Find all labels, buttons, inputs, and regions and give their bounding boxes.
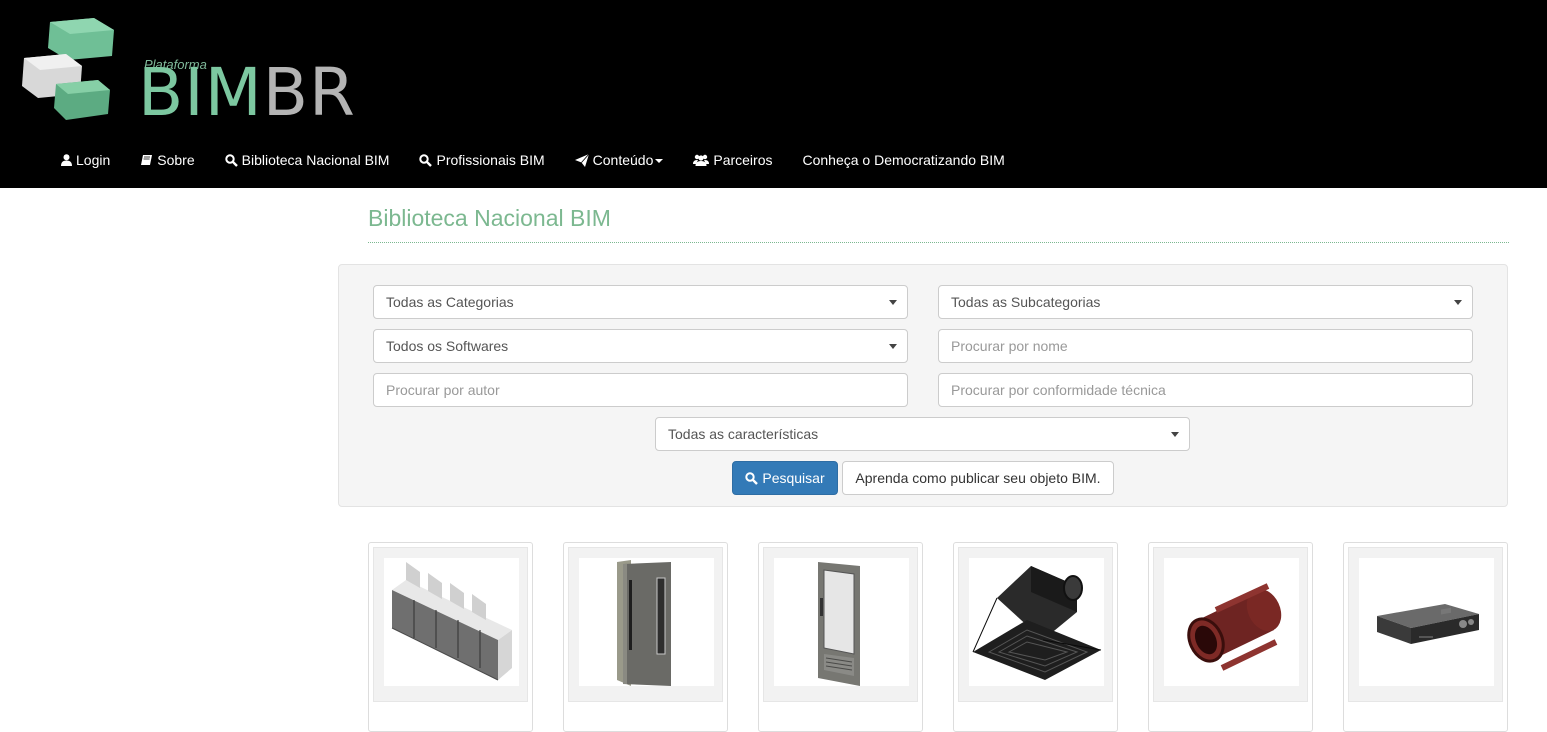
product-card[interactable]: [953, 542, 1118, 732]
paper-plane-icon: [574, 153, 589, 167]
conformity-search-input[interactable]: Procurar por conformidade técnica: [938, 373, 1473, 407]
logo-wordmark: BIMBR: [138, 54, 356, 131]
ceiling-diffuser-icon: [972, 566, 1102, 680]
caret-down-icon: [1171, 432, 1179, 437]
nav-democratizando[interactable]: Conheça o Democratizando BIM: [788, 145, 1020, 175]
software-select[interactable]: Todos os Softwares: [373, 329, 908, 363]
users-icon: [693, 154, 710, 166]
search-icon: [419, 153, 433, 167]
product-card[interactable]: [563, 542, 728, 732]
learn-publish-button[interactable]: Aprenda como publicar seu objeto BIM.: [842, 461, 1114, 495]
product-card[interactable]: [1343, 542, 1508, 732]
name-search-input[interactable]: Procurar por nome: [938, 329, 1473, 363]
author-search-input[interactable]: Procurar por autor: [373, 373, 908, 407]
search-icon: [224, 153, 238, 167]
product-card[interactable]: [368, 542, 533, 732]
title-divider: [368, 242, 1509, 243]
caret-down-icon: [889, 300, 897, 305]
caret-down-icon: [889, 344, 897, 349]
user-icon: [61, 154, 72, 166]
caret-down-icon: [1454, 300, 1462, 305]
page-title: Biblioteca Nacional BIM: [368, 205, 611, 231]
main-nav: Login Sobre Biblioteca Nacional BIM Prof…: [46, 145, 1020, 175]
toilet-partitions-icon: [391, 562, 512, 681]
product-card[interactable]: [1148, 542, 1313, 732]
site-header: Plataforma BIMBR Login Sobre Biblioteca …: [0, 0, 1547, 188]
nav-login[interactable]: Login: [46, 145, 125, 175]
nav-parceiros[interactable]: Parceiros: [678, 145, 787, 175]
nav-label: Conheça o Democratizando BIM: [802, 152, 1005, 168]
characteristics-select[interactable]: Todas as características: [655, 417, 1190, 451]
book-icon: [141, 155, 153, 165]
bimbr-logo[interactable]: Plataforma BIMBR: [22, 16, 355, 126]
nav-label: Sobre: [157, 152, 195, 168]
search-filter-panel: Todas as Categorias Todas as Subcategori…: [338, 264, 1508, 507]
nav-label: Biblioteca Nacional BIM: [241, 152, 390, 168]
caret-down-icon: [655, 159, 664, 163]
logo-cubes-icon: [22, 18, 114, 120]
nav-biblioteca[interactable]: Biblioteca Nacional BIM: [210, 145, 405, 175]
nav-profissionais[interactable]: Profissionais BIM: [404, 145, 559, 175]
nav-label: Conteúdo: [592, 152, 654, 168]
nav-label: Profissionais BIM: [436, 152, 545, 168]
product-card[interactable]: [758, 542, 923, 732]
nav-conteudo-dropdown[interactable]: Conteúdo: [560, 145, 679, 175]
glass-door-icon: [818, 562, 860, 686]
door-icon: [617, 560, 671, 686]
amplifier-icon: [1377, 604, 1479, 644]
pipe-fitting-icon: [1187, 583, 1282, 671]
nav-label: Login: [76, 152, 111, 168]
category-select[interactable]: Todas as Categorias: [373, 285, 908, 319]
search-button[interactable]: Pesquisar: [732, 461, 838, 495]
nav-sobre[interactable]: Sobre: [125, 145, 209, 175]
nav-label: Parceiros: [713, 152, 773, 168]
search-icon: [745, 471, 759, 485]
subcategory-select[interactable]: Todas as Subcategorias: [938, 285, 1473, 319]
